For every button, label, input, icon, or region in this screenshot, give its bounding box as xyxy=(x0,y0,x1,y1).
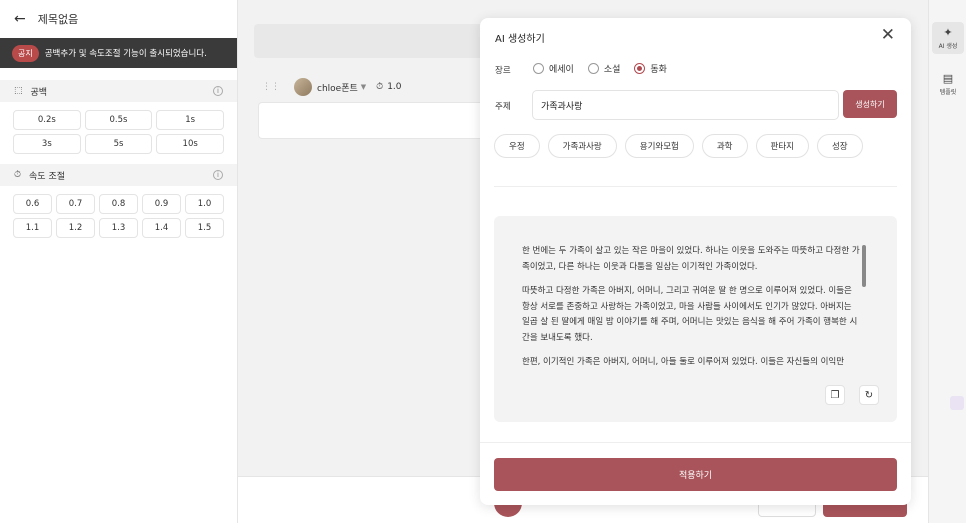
speed-option[interactable]: 1.5 xyxy=(185,218,224,238)
result-text[interactable]: 한 번에는 두 가족이 살고 있는 작은 마을이 있었다. 하나는 이웃을 도와… xyxy=(522,244,860,372)
gap-option[interactable]: 0.5s xyxy=(84,110,153,130)
topic-label: 주제 xyxy=(495,102,511,112)
gap-option[interactable]: 3s xyxy=(13,134,81,154)
result-paragraph: 따뜻하고 다정한 가족은 아버지, 어머니, 그리고 귀여운 딸 한 명으로 이… xyxy=(522,286,858,343)
document-title[interactable]: 제목없음 xyxy=(38,11,78,27)
speed-label: 속도 조절 xyxy=(29,171,66,182)
notice-bar: 공지 공백추가 및 속도조절 기능이 출시되었습니다. xyxy=(0,38,237,68)
result-panel: 한 번에는 두 가족이 살고 있는 작은 마을이 있었다. 하나는 이웃을 도와… xyxy=(494,216,897,422)
back-arrow-icon[interactable]: ← xyxy=(14,11,26,27)
topic-tags: 우정 가족과사랑 용기와모험 과학 판타지 성장 xyxy=(494,134,871,158)
apply-button[interactable]: 적용하기 xyxy=(494,458,897,491)
rail-item-ai[interactable]: ✦ AI 생성 xyxy=(932,22,964,54)
chevron-down-icon[interactable]: ▼ xyxy=(361,83,366,91)
speed-option[interactable]: 0.6 xyxy=(13,194,52,214)
gap-options: 0.2s 0.5s 1s 3s 5s 10s xyxy=(0,102,237,162)
speed-option[interactable]: 1.0 xyxy=(185,194,224,214)
result-paragraph: 한 번에는 두 가족이 살고 있는 작은 마을이 있었다. 하나는 이웃을 도와… xyxy=(522,246,860,272)
notice-text: 공백추가 및 속도조절 기능이 출시되었습니다. xyxy=(44,49,207,59)
speed-value[interactable]: 1.0 xyxy=(387,82,401,92)
speed-option[interactable]: 1.4 xyxy=(142,218,181,238)
topic-tag[interactable]: 가족과사랑 xyxy=(547,134,617,158)
left-panel: ← 제목없음 공지 공백추가 및 속도조절 기능이 출시되었습니다. ⬚ 공백 … xyxy=(0,0,238,523)
genre-radio-group: 에세이 소설 동화 xyxy=(533,62,681,75)
template-icon: ▤ xyxy=(942,72,954,85)
avatar xyxy=(294,78,312,96)
genre-radio-fairytale[interactable]: 동화 xyxy=(634,62,667,75)
generate-button[interactable]: 생성하기 xyxy=(843,90,897,118)
voice-row: ⋮⋮ chloe폰트 ▼ ⏱ 1.0 xyxy=(262,78,402,96)
sentence-input[interactable] xyxy=(258,102,488,139)
speed-option[interactable]: 1.3 xyxy=(99,218,138,238)
gap-icon: ⬚ xyxy=(14,86,23,96)
speed-option[interactable]: 1.1 xyxy=(13,218,52,238)
modal-title: AI 생성하기 xyxy=(495,34,545,45)
close-icon[interactable]: ✕ xyxy=(881,27,895,44)
gap-option[interactable]: 10s xyxy=(156,134,224,154)
gap-label: 공백 xyxy=(30,87,48,98)
topic-tag[interactable]: 과학 xyxy=(701,134,748,158)
info-icon[interactable]: i xyxy=(213,86,223,96)
right-rail: ✦ AI 생성 ▤ 템플릿 xyxy=(928,0,966,523)
scrollbar[interactable] xyxy=(862,245,866,287)
magic-wand-icon: ✦ xyxy=(943,26,953,39)
genre-label: 장르 xyxy=(495,66,511,76)
topic-input[interactable]: 가족과사랑 xyxy=(532,90,839,120)
refresh-icon[interactable]: ↻ xyxy=(859,385,879,405)
speed-option[interactable]: 0.9 xyxy=(142,194,181,214)
gap-option[interactable]: 5s xyxy=(84,134,153,154)
gap-option[interactable]: 0.2s xyxy=(13,110,81,130)
topic-tag[interactable]: 성장 xyxy=(816,134,863,158)
topic-tag[interactable]: 우정 xyxy=(494,134,540,158)
ai-generate-modal: AI 생성하기 ✕ 장르 에세이 소설 동화 주제 가족과사랑 생성하기 우정 … xyxy=(480,18,911,505)
genre-radio-essay[interactable]: 에세이 xyxy=(533,62,574,75)
rail-ai-label: AI 생성 xyxy=(938,43,958,50)
editor-toolbar xyxy=(254,24,494,58)
timer-icon: ⏱ xyxy=(376,82,384,92)
divider xyxy=(494,186,897,187)
speed-options: 0.6 0.7 0.8 0.9 1.0 1.1 1.2 1.3 1.4 1.5 xyxy=(0,186,237,246)
speed-option[interactable]: 0.8 xyxy=(99,194,138,214)
notice-badge: 공지 xyxy=(12,44,39,62)
topic-tag[interactable]: 용기와모험 xyxy=(624,134,694,158)
copy-icon[interactable]: ❐ xyxy=(825,385,845,405)
speed-option[interactable]: 1.2 xyxy=(56,218,95,238)
genre-radio-novel[interactable]: 소설 xyxy=(587,62,620,75)
floating-widget-icon[interactable] xyxy=(950,396,964,410)
document-header: ← 제목없음 xyxy=(0,0,237,38)
rail-template-label: 템플릿 xyxy=(939,89,957,96)
result-paragraph: 한편, 이기적인 가족은 아버지, 어머니, 아들 둘로 이루어져 있었다. 이… xyxy=(522,357,845,367)
timer-icon: ⏱ xyxy=(14,170,22,180)
speed-option[interactable]: 0.7 xyxy=(56,194,95,214)
rail-item-template[interactable]: ▤ 템플릿 xyxy=(932,68,964,100)
divider xyxy=(480,442,911,443)
info-icon[interactable]: i xyxy=(213,170,223,180)
gap-option[interactable]: 1s xyxy=(156,110,224,130)
topic-tag[interactable]: 판타지 xyxy=(755,134,809,158)
drag-handle-icon[interactable]: ⋮⋮ xyxy=(262,82,280,92)
voice-name[interactable]: chloe폰트 xyxy=(317,81,358,94)
gap-section-header: ⬚ 공백 i xyxy=(0,80,237,102)
speed-section-header: ⏱ 속도 조절 i xyxy=(0,164,237,186)
